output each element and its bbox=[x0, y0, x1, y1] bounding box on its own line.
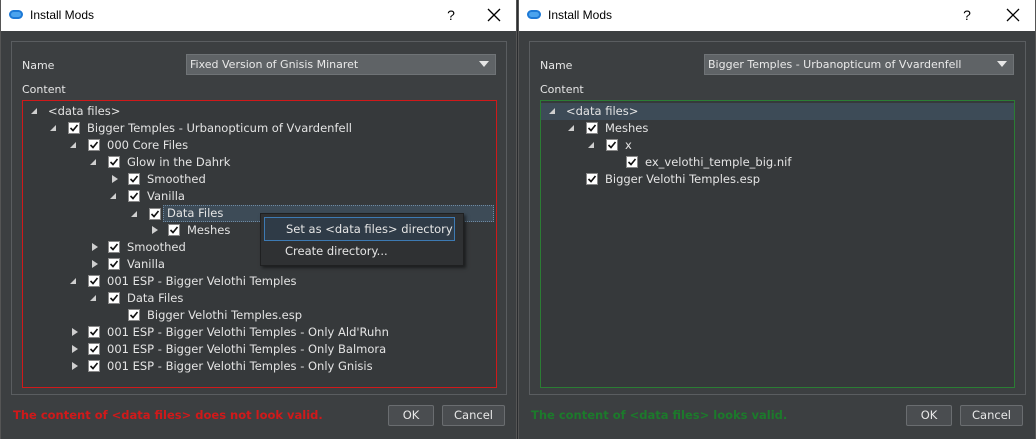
tree-row-label: Smoothed bbox=[147, 172, 206, 186]
tree-row-label: Vanilla bbox=[127, 257, 165, 271]
collapsed-arrow-icon[interactable] bbox=[92, 243, 98, 251]
checkbox[interactable] bbox=[108, 241, 120, 253]
menu-item-set-data-files[interactable]: Set as <data files> directory bbox=[264, 217, 455, 241]
menu-item-create-directory[interactable]: Create directory... bbox=[264, 240, 388, 262]
collapsed-arrow-icon[interactable] bbox=[72, 328, 78, 336]
tree-row[interactable]: <data files> bbox=[23, 103, 493, 120]
expand-arrow-icon[interactable] bbox=[549, 108, 555, 114]
checkbox[interactable] bbox=[149, 208, 161, 220]
app-icon bbox=[527, 10, 541, 19]
ok-button[interactable]: OK bbox=[388, 405, 434, 426]
checkbox[interactable] bbox=[108, 156, 120, 168]
name-combobox[interactable]: Fixed Version of Gnisis Minaret bbox=[186, 54, 496, 75]
context-menu: Set as <data files> directory Create dir… bbox=[260, 213, 464, 266]
checkbox[interactable] bbox=[108, 292, 120, 304]
collapsed-arrow-icon[interactable] bbox=[92, 260, 98, 268]
checkbox[interactable] bbox=[68, 122, 80, 134]
tree-row-label: Meshes bbox=[605, 121, 649, 135]
tree-row-label: Bigger Temples - Urbanopticum of Vvarden… bbox=[87, 121, 352, 135]
checkbox[interactable] bbox=[626, 156, 638, 168]
expand-arrow-icon[interactable] bbox=[90, 159, 96, 165]
checkbox[interactable] bbox=[88, 326, 100, 338]
cancel-button[interactable]: Cancel bbox=[442, 405, 505, 426]
collapsed-arrow-icon[interactable] bbox=[72, 345, 78, 353]
tree-row-label: <data files> bbox=[566, 104, 639, 118]
collapsed-arrow-icon[interactable] bbox=[112, 175, 118, 183]
status-message: The content of <data files> does not loo… bbox=[13, 408, 323, 422]
expand-arrow-icon[interactable] bbox=[90, 295, 96, 301]
checkbox[interactable] bbox=[88, 275, 100, 287]
tree-row-label: Glow in the Dahrk bbox=[127, 155, 231, 169]
install-mods-dialog-left: Install Mods ? Name Fixed Version of Gni… bbox=[0, 0, 517, 439]
content-label: Content bbox=[22, 83, 66, 96]
checkbox[interactable] bbox=[128, 309, 140, 321]
window-title: Install Mods bbox=[548, 8, 613, 22]
content-tree[interactable]: <data files> Meshes x ex_velothi_temple_… bbox=[540, 100, 1015, 388]
collapsed-arrow-icon[interactable] bbox=[72, 362, 78, 370]
checkbox[interactable] bbox=[586, 173, 598, 185]
expand-arrow-icon[interactable] bbox=[70, 142, 76, 148]
name-value: Bigger Temples - Urbanopticum of Vvarden… bbox=[708, 58, 962, 71]
expand-arrow-icon[interactable] bbox=[50, 125, 56, 131]
expand-arrow-icon[interactable] bbox=[131, 211, 137, 217]
help-button[interactable]: ? bbox=[441, 5, 461, 25]
checkbox[interactable] bbox=[586, 122, 598, 134]
cancel-button[interactable]: Cancel bbox=[960, 405, 1023, 426]
tree-row-label: Meshes bbox=[187, 223, 231, 237]
tree-row-label: Data Files bbox=[127, 291, 184, 305]
tree-row-label: 000 Core Files bbox=[107, 138, 189, 152]
title-bar: Install Mods ? bbox=[519, 0, 1035, 31]
checkbox[interactable] bbox=[88, 139, 100, 151]
expand-arrow-icon[interactable] bbox=[70, 278, 76, 284]
tree-row-label: <data files> bbox=[48, 104, 121, 118]
name-combobox[interactable]: Bigger Temples - Urbanopticum of Vvarden… bbox=[704, 54, 1014, 75]
checkbox[interactable] bbox=[128, 173, 140, 185]
install-mods-dialog-right: Install Mods ? Name Bigger Temples - Urb… bbox=[518, 0, 1036, 439]
tree-row-label: Bigger Velothi Temples.esp bbox=[605, 172, 761, 186]
app-icon bbox=[9, 10, 23, 19]
tree-row-label: 001 ESP - Bigger Velothi Temples - Only … bbox=[107, 325, 389, 339]
help-button[interactable]: ? bbox=[957, 5, 977, 25]
expand-arrow-icon[interactable] bbox=[568, 125, 574, 131]
ok-button[interactable]: OK bbox=[906, 405, 952, 426]
tree-row-label: ex_velothi_temple_big.nif bbox=[645, 155, 792, 169]
checkbox[interactable] bbox=[108, 258, 120, 270]
checkbox[interactable] bbox=[88, 360, 100, 372]
expand-arrow-icon[interactable] bbox=[110, 193, 116, 199]
expand-arrow-icon[interactable] bbox=[588, 142, 594, 148]
tree-row-label: 001 ESP - Bigger Velothi Temples - Only … bbox=[107, 342, 387, 356]
content-label: Content bbox=[540, 83, 584, 96]
tree-row-label: Vanilla bbox=[147, 189, 185, 203]
window-title: Install Mods bbox=[30, 8, 95, 22]
name-label: Name bbox=[540, 59, 573, 72]
close-icon bbox=[1006, 8, 1020, 22]
collapsed-arrow-icon[interactable] bbox=[152, 226, 158, 234]
expand-arrow-icon[interactable] bbox=[31, 108, 37, 114]
close-button[interactable] bbox=[479, 4, 509, 26]
title-bar: Install Mods ? bbox=[1, 0, 516, 31]
checkbox[interactable] bbox=[88, 343, 100, 355]
tree-row-label: Data Files bbox=[167, 206, 224, 220]
checkbox[interactable] bbox=[168, 224, 180, 236]
tree-row-label: Bigger Velothi Temples.esp bbox=[147, 308, 303, 322]
close-icon bbox=[487, 8, 501, 22]
checkbox[interactable] bbox=[606, 139, 618, 151]
tree-row-label: 001 ESP - Bigger Velothi Temples - Only … bbox=[107, 359, 373, 373]
tree-row-selected[interactable]: <data files> bbox=[541, 103, 1014, 120]
status-message: The content of <data files> looks valid. bbox=[531, 408, 788, 422]
chevron-down-icon[interactable] bbox=[997, 61, 1007, 67]
tree-row-label: x bbox=[625, 138, 632, 152]
name-label: Name bbox=[22, 59, 55, 72]
tree-row-label: 001 ESP - Bigger Velothi Temples bbox=[107, 274, 297, 288]
chevron-down-icon[interactable] bbox=[479, 61, 489, 67]
tree-row-label: Smoothed bbox=[127, 240, 186, 254]
checkbox[interactable] bbox=[128, 190, 140, 202]
close-button[interactable] bbox=[998, 4, 1028, 26]
name-value: Fixed Version of Gnisis Minaret bbox=[190, 58, 359, 71]
